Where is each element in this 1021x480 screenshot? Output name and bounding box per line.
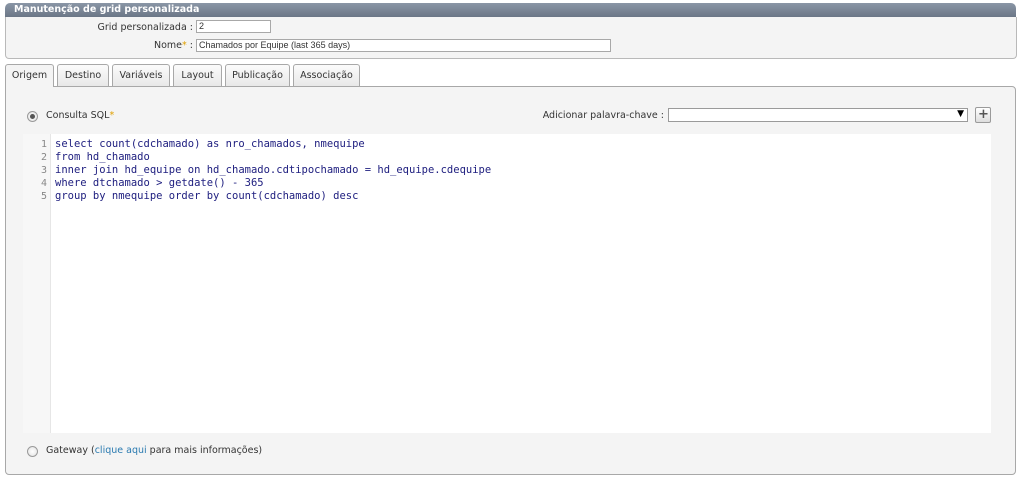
line-number: 5: [40, 191, 47, 202]
keyword-label: Adicionar palavra-chave :: [542, 110, 664, 121]
panel-title: Manutenção de grid personalizada: [14, 4, 200, 15]
required-marker: *: [182, 40, 187, 51]
chevron-down-icon: ▼: [957, 109, 964, 119]
nome-field[interactable]: [196, 39, 611, 52]
grid-label: Grid personalizada :: [97, 22, 193, 33]
code-line: where dtchamado > getdate() - 365: [55, 177, 264, 189]
code-line: from hd_chamado: [55, 151, 150, 163]
line-number: 2: [40, 152, 47, 163]
line-number: 4: [40, 178, 47, 189]
panel-header: Manutenção de grid personalizada: [5, 3, 1016, 17]
gateway-link[interactable]: clique aqui: [95, 445, 147, 456]
consulta-label-group: Consulta SQL*: [46, 110, 114, 121]
code-line: inner join hd_equipe on hd_chamado.cdtip…: [55, 164, 492, 176]
radio-dot: [30, 114, 35, 119]
line-gutter: 1 2 3 4 5: [23, 134, 51, 433]
consulta-required: *: [109, 110, 115, 121]
nome-label-group: Nome* :: [60, 40, 193, 51]
consulta-label: Consulta SQL: [46, 110, 110, 121]
keyword-select[interactable]: ▼: [668, 108, 968, 122]
code-line: group by nmequipe order by count(cdchama…: [55, 190, 359, 202]
tab-associacao[interactable]: Associação: [293, 64, 360, 86]
gateway-label: Gateway (: [46, 445, 95, 456]
code-line: select count(cdchamado) as nro_chamados,…: [55, 138, 365, 150]
grid-field[interactable]: [196, 20, 271, 33]
nome-sep: :: [189, 40, 193, 51]
tab-destino[interactable]: Destino: [57, 64, 109, 86]
tab-variaveis[interactable]: Variáveis: [112, 64, 170, 86]
nome-label: Nome: [153, 40, 183, 51]
tab-layout[interactable]: Layout: [173, 64, 222, 86]
line-number: 1: [40, 139, 47, 150]
gateway-text: Gateway (clique aqui para mais informaçõ…: [46, 445, 262, 456]
plus-icon: +: [978, 107, 989, 122]
gateway-radio[interactable]: [27, 446, 38, 457]
tab-publicacao[interactable]: Publicação: [225, 64, 290, 86]
tab-origem[interactable]: Origem: [5, 64, 54, 87]
sql-editor[interactable]: 1 2 3 4 5 select count(cdchamado) as nro…: [23, 134, 991, 433]
add-keyword-button[interactable]: +: [975, 107, 991, 123]
gateway-suffix: para mais informações): [146, 445, 263, 456]
line-number: 3: [40, 165, 47, 176]
consulta-sql-radio[interactable]: [27, 111, 38, 122]
